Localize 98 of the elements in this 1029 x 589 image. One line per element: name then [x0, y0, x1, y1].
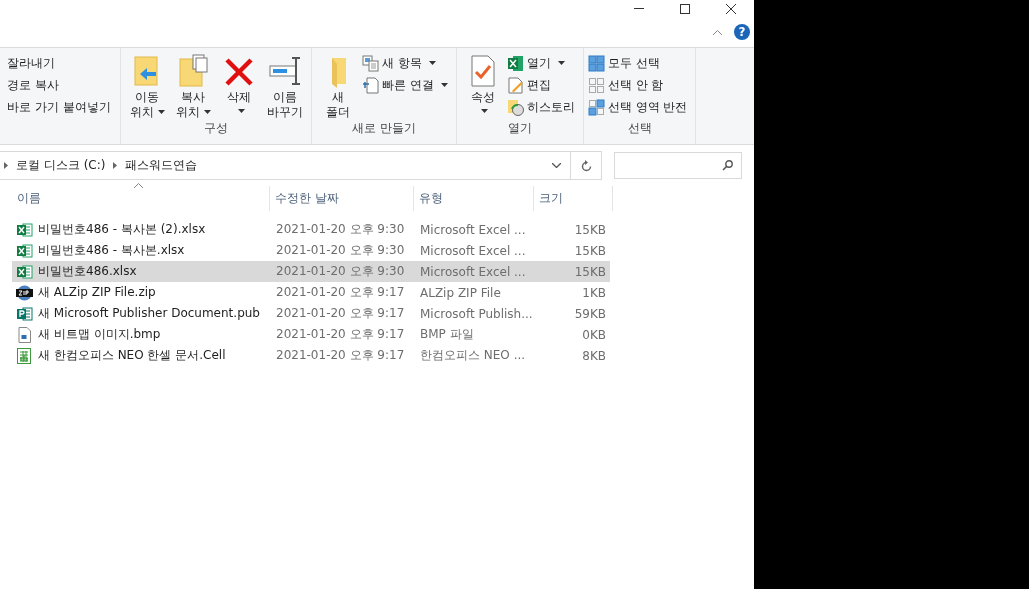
file-row[interactable]: 새 한컴오피스 NEO 한셀 문서.Cell 2021-01-20 오후 9:17 한컴오피스 NEO ... 8KB	[12, 345, 610, 366]
chevron-icon	[4, 162, 8, 169]
file-type: Microsoft Excel ...	[420, 222, 526, 237]
file-type: 한컴오피스 NEO ...	[420, 348, 526, 362]
ribbon-button[interactable]: 바로 가기 붙여넣기	[7, 96, 115, 118]
column-header[interactable]: 크기	[539, 190, 563, 207]
file-type: Microsoft Excel ...	[420, 243, 526, 258]
file-type: ALZip ZIP File	[420, 285, 501, 300]
ribbon-button[interactable]: 삭제	[217, 48, 261, 120]
sheet-grid-icon	[16, 347, 33, 364]
help-icon[interactable]: ?	[734, 24, 750, 40]
file-row[interactable]: 새 비트맵 이미지.bmp 2021-01-20 오후 9:17 BMP 파일 0KB	[12, 324, 610, 345]
select-all-icon	[587, 54, 605, 72]
file-date: 2021-01-20 오후 9:17	[276, 306, 405, 320]
maximize-icon[interactable]	[680, 3, 690, 14]
file-row[interactable]: 비밀번호486.xlsx 2021-01-20 오후 9:30 Microsoft Excel ... 15KB	[12, 261, 610, 282]
caret-icon	[157, 109, 165, 114]
file-date: 2021-01-20 오후 9:30	[276, 222, 405, 236]
file-size: 59KB	[574, 306, 606, 321]
chevron-icon	[113, 162, 118, 169]
file-name: 새 ALZip ZIP File.zip	[38, 284, 156, 301]
sort-icon	[134, 183, 143, 188]
caret-icon	[557, 61, 565, 65]
ribbon-button[interactable]: 이름 바꾸기	[263, 48, 307, 120]
file-date: 2021-01-20 오후 9:17	[276, 348, 405, 362]
close-icon[interactable]	[726, 3, 736, 14]
ribbon-button[interactable]: 열기	[506, 52, 579, 74]
file-size: 1KB	[582, 285, 606, 300]
ribbon-button[interactable]: 모두 선택	[587, 52, 692, 74]
file-name: 비밀번호486 - 복사본.xlsx	[38, 242, 185, 259]
file-name: 비밀번호486.xlsx	[38, 263, 137, 280]
file-row[interactable]: 비밀번호486 - 복사본 (2).xlsx 2021-01-20 오후 9:30 Microsoft Excel ... 15KB	[12, 219, 610, 240]
file-name: 비밀번호486 - 복사본 (2).xlsx	[38, 221, 206, 238]
group-label: 구성	[203, 120, 229, 137]
ribbon-button[interactable]: 복사 위치	[171, 48, 215, 120]
address-bar[interactable]: 로컬 디스크 (C:) 패스워드연습	[0, 151, 602, 180]
ribbon-button[interactable]: 빠른 연결	[362, 74, 452, 96]
file-size: 8KB	[582, 348, 606, 363]
ribbon-button[interactable]: 선택 영역 반전	[587, 96, 692, 118]
ribbon-button[interactable]: 선택 안 함	[587, 74, 692, 96]
group-label: 선택	[626, 120, 653, 137]
file-date: 2021-01-20 오후 9:17	[276, 327, 405, 341]
collapse-ribbon-icon[interactable]	[713, 29, 722, 35]
new-item-icon	[362, 54, 379, 72]
file-type: Microsoft Publish...	[420, 306, 533, 321]
invert-selection-icon	[587, 98, 605, 116]
column-header[interactable]: 유형	[419, 190, 443, 207]
spreadsheet-icon	[16, 263, 33, 280]
caret-icon	[428, 61, 436, 65]
history-icon	[506, 98, 524, 116]
caret-icon	[203, 109, 211, 114]
file-date: 2021-01-20 오후 9:30	[276, 264, 405, 278]
breadcrumb[interactable]: 패스워드연습	[125, 157, 198, 174]
edit-icon	[506, 76, 524, 94]
caret-icon	[440, 83, 448, 87]
file-name: 새 한컴오피스 NEO 한셀 문서.Cell	[38, 347, 226, 364]
file-size: 15KB	[574, 264, 606, 279]
publisher-icon	[16, 305, 33, 322]
refresh-icon[interactable]	[580, 159, 592, 172]
file-row[interactable]: 비밀번호486 - 복사본.xlsx 2021-01-20 오후 9:30 Microsoft Excel ... 15KB	[12, 240, 610, 261]
folder-pages-icon	[176, 54, 210, 88]
archive-icon	[16, 284, 33, 301]
ribbon-button[interactable]: 편집	[506, 74, 579, 96]
column-header[interactable]: 수정한 날짜	[275, 190, 339, 207]
rename-icon	[268, 54, 302, 88]
file-row[interactable]: 새 Microsoft Publisher Document.pub 2021-01-20 오후 9:17 Microsoft Publish... 59KB	[12, 303, 610, 324]
caret-icon	[237, 108, 245, 113]
file-date: 2021-01-20 오후 9:30	[276, 243, 405, 257]
caret-icon	[481, 108, 489, 113]
file-size: 0KB	[582, 327, 606, 342]
search-icon	[722, 160, 733, 171]
file-type: Microsoft Excel ...	[420, 264, 526, 279]
ribbon-button[interactable]: 히스토리	[506, 96, 579, 118]
file-name: 새 Microsoft Publisher Document.pub	[38, 305, 260, 322]
ribbon-button[interactable]: 잘라내기	[7, 52, 115, 74]
ribbon-button[interactable]: 속성	[460, 48, 505, 120]
file-date: 2021-01-20 오후 9:17	[276, 285, 405, 299]
breadcrumb[interactable]: 로컬 디스크 (C:)	[16, 157, 106, 174]
file-row[interactable]: 새 ALZip ZIP File.zip 2021-01-20 오후 9:17 ALZip ZIP File 1KB	[12, 282, 610, 303]
ribbon-button[interactable]: 새 폴더	[316, 48, 360, 120]
group-label: 열기	[506, 120, 533, 137]
dropdown-icon[interactable]	[551, 163, 561, 168]
search-field[interactable]	[614, 152, 742, 179]
file-name: 새 비트맵 이미지.bmp	[38, 326, 161, 343]
file-size: 15KB	[574, 222, 606, 237]
spreadsheet-icon	[16, 242, 33, 259]
group-label: 새로 만들기	[351, 120, 417, 137]
ribbon-button[interactable]: 경로 복사	[7, 74, 115, 96]
image-file-icon	[16, 326, 33, 343]
column-header[interactable]: 이름	[17, 190, 41, 207]
ribbon-button[interactable]: 새 항목	[362, 52, 452, 74]
file-size: 15KB	[574, 243, 606, 258]
file-type: BMP 파일	[420, 327, 474, 341]
ribbon-button[interactable]: 이동 위치	[125, 48, 169, 120]
select-none-icon	[587, 76, 605, 94]
spreadsheet-icon	[506, 54, 524, 72]
spreadsheet-icon	[16, 221, 33, 238]
shortcut-page-icon	[362, 76, 379, 94]
